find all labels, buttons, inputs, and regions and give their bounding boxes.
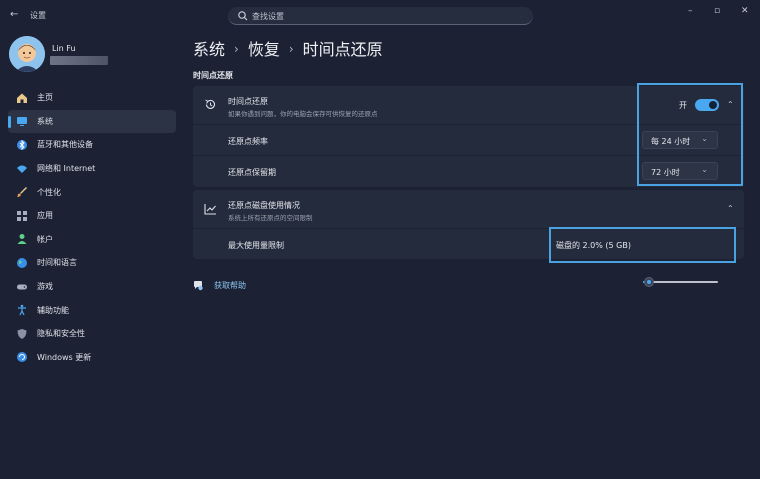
sidebar-item-label: 个性化 [37, 187, 61, 197]
sidebar-item-label: 帐户 [37, 234, 53, 244]
app-title: 设置 [30, 11, 46, 20]
max-limit-label: 最大使用量限制 [228, 241, 284, 250]
max-limit-row: 最大使用量限制 磁盘的 2.0% (5 GB) [193, 229, 744, 287]
sidebar-item-label: 应用 [37, 211, 53, 221]
restore-header-row[interactable]: 时间点还原 如果你遇到问题，你的电脑会保存可供恢复的还原点 开 ⌃ [193, 86, 744, 124]
user-email-redacted [50, 56, 108, 65]
title-bar: ← 设置 查找设置 – ▫ ✕ [0, 0, 760, 30]
restore-title: 时间点还原 [228, 97, 268, 106]
retention-dropdown[interactable]: 72 小时 ⌄ [642, 162, 718, 180]
avatar-image [9, 36, 45, 72]
usage-title: 还原点磁盘使用情况 [228, 201, 300, 210]
help-icon [194, 281, 203, 291]
retention-row: 还原点保留期 72 小时 ⌄ [193, 156, 744, 187]
sidebar-item-privacy[interactable]: 隐私和安全性 [8, 322, 176, 346]
toggle-state-label: 开 [679, 101, 687, 110]
restore-card: 时间点还原 如果你遇到问题，你的电脑会保存可供恢复的还原点 开 ⌃ 还原点频率 … [193, 86, 744, 187]
retention-label: 还原点保留期 [228, 168, 276, 177]
breadcrumb-separator: › [234, 42, 239, 56]
system-icon [16, 115, 28, 127]
slider-thumb[interactable] [643, 277, 654, 287]
collapse-chevron-icon[interactable]: ⌃ [727, 100, 734, 109]
close-button[interactable]: ✕ [741, 6, 749, 16]
sidebar-item-system[interactable]: 系统 [8, 109, 176, 134]
breadcrumb-recovery[interactable]: 恢复 [248, 40, 280, 59]
sidebar-item-label: 蓝牙和其他设备 [37, 140, 93, 150]
restore-toggle[interactable] [695, 99, 719, 111]
usage-card: 还原点磁盘使用情况 系统上所有还原点的空间限制 ⌃ 最大使用量限制 磁盘的 2.… [193, 190, 744, 287]
sidebar-item-home[interactable]: 主页 [8, 86, 176, 110]
sidebar-item-gaming[interactable]: 游戏 [8, 275, 176, 299]
shield-icon [16, 328, 28, 340]
globe-icon [16, 257, 28, 269]
wifi-icon [16, 163, 28, 175]
collapse-chevron-icon[interactable]: ⌃ [727, 204, 734, 213]
get-help-label: 获取帮助 [214, 281, 246, 290]
chart-icon [204, 204, 216, 215]
apps-icon [16, 210, 28, 222]
sidebar: 主页 系统 蓝牙和其他设备 网络和 Internet 个性化 应用 帐户 时间和… [8, 86, 176, 369]
sidebar-item-network[interactable]: 网络和 Internet [8, 157, 176, 181]
breadcrumb-system[interactable]: 系统 [193, 40, 225, 59]
sidebar-item-label: 隐私和安全性 [37, 329, 85, 339]
restore-subtitle: 如果你遇到问题，你的电脑会保存可供恢复的还原点 [228, 110, 378, 118]
search-input[interactable]: 查找设置 [252, 11, 284, 22]
search-icon [238, 11, 248, 21]
chevron-down-icon: ⌄ [701, 134, 708, 143]
sidebar-item-accessibility[interactable]: 辅助功能 [8, 298, 176, 322]
sidebar-item-windows-update[interactable]: Windows 更新 [8, 346, 176, 370]
search-box[interactable]: 查找设置 [228, 7, 533, 25]
back-button[interactable]: ← [10, 9, 18, 20]
minimize-button[interactable]: – [688, 6, 693, 16]
frequency-value: 每 24 小时 [651, 137, 691, 146]
sidebar-item-label: 主页 [37, 93, 53, 103]
sidebar-item-personalization[interactable]: 个性化 [8, 180, 176, 204]
brush-icon [16, 186, 28, 198]
frequency-row: 还原点频率 每 24 小时 ⌄ [193, 125, 744, 155]
usage-header-row[interactable]: 还原点磁盘使用情况 系统上所有还原点的空间限制 ⌃ [193, 190, 744, 228]
frequency-dropdown[interactable]: 每 24 小时 ⌄ [642, 131, 718, 149]
chevron-down-icon: ⌄ [701, 165, 708, 174]
get-help-link[interactable]: 获取帮助 [193, 280, 246, 291]
update-icon [16, 351, 28, 363]
sidebar-item-label: 系统 [37, 116, 53, 126]
person-icon [16, 233, 28, 245]
breadcrumb-separator: › [288, 42, 294, 56]
avatar[interactable] [9, 36, 45, 72]
page-title: 时间点还原 [302, 40, 383, 59]
sidebar-item-bluetooth[interactable]: 蓝牙和其他设备 [8, 133, 176, 157]
max-limit-value: 磁盘的 2.0% (5 GB) [556, 241, 631, 250]
sidebar-item-time-language[interactable]: 时间和语言 [8, 251, 176, 275]
frequency-label: 还原点频率 [228, 137, 268, 146]
bluetooth-icon [16, 139, 28, 151]
gamepad-icon [16, 281, 28, 293]
usage-subtitle: 系统上所有还原点的空间限制 [228, 214, 313, 222]
maximize-button[interactable]: ▫ [714, 6, 720, 16]
section-title: 时间点还原 [193, 71, 233, 80]
retention-value: 72 小时 [651, 168, 680, 177]
sidebar-item-accounts[interactable]: 帐户 [8, 228, 176, 252]
sidebar-item-label: 时间和语言 [37, 258, 77, 268]
sidebar-item-label: Windows 更新 [37, 352, 92, 362]
sidebar-item-label: 网络和 Internet [37, 164, 96, 174]
accessibility-icon [16, 304, 28, 316]
home-icon [16, 92, 28, 104]
sidebar-item-label: 辅助功能 [37, 305, 69, 315]
sidebar-item-apps[interactable]: 应用 [8, 204, 176, 228]
slider-track [643, 281, 718, 283]
sidebar-item-label: 游戏 [37, 282, 53, 292]
breadcrumb: 系统 › 恢复 › 时间点还原 [193, 36, 383, 60]
history-icon [205, 99, 215, 109]
user-name: Lin Fu [52, 44, 76, 53]
